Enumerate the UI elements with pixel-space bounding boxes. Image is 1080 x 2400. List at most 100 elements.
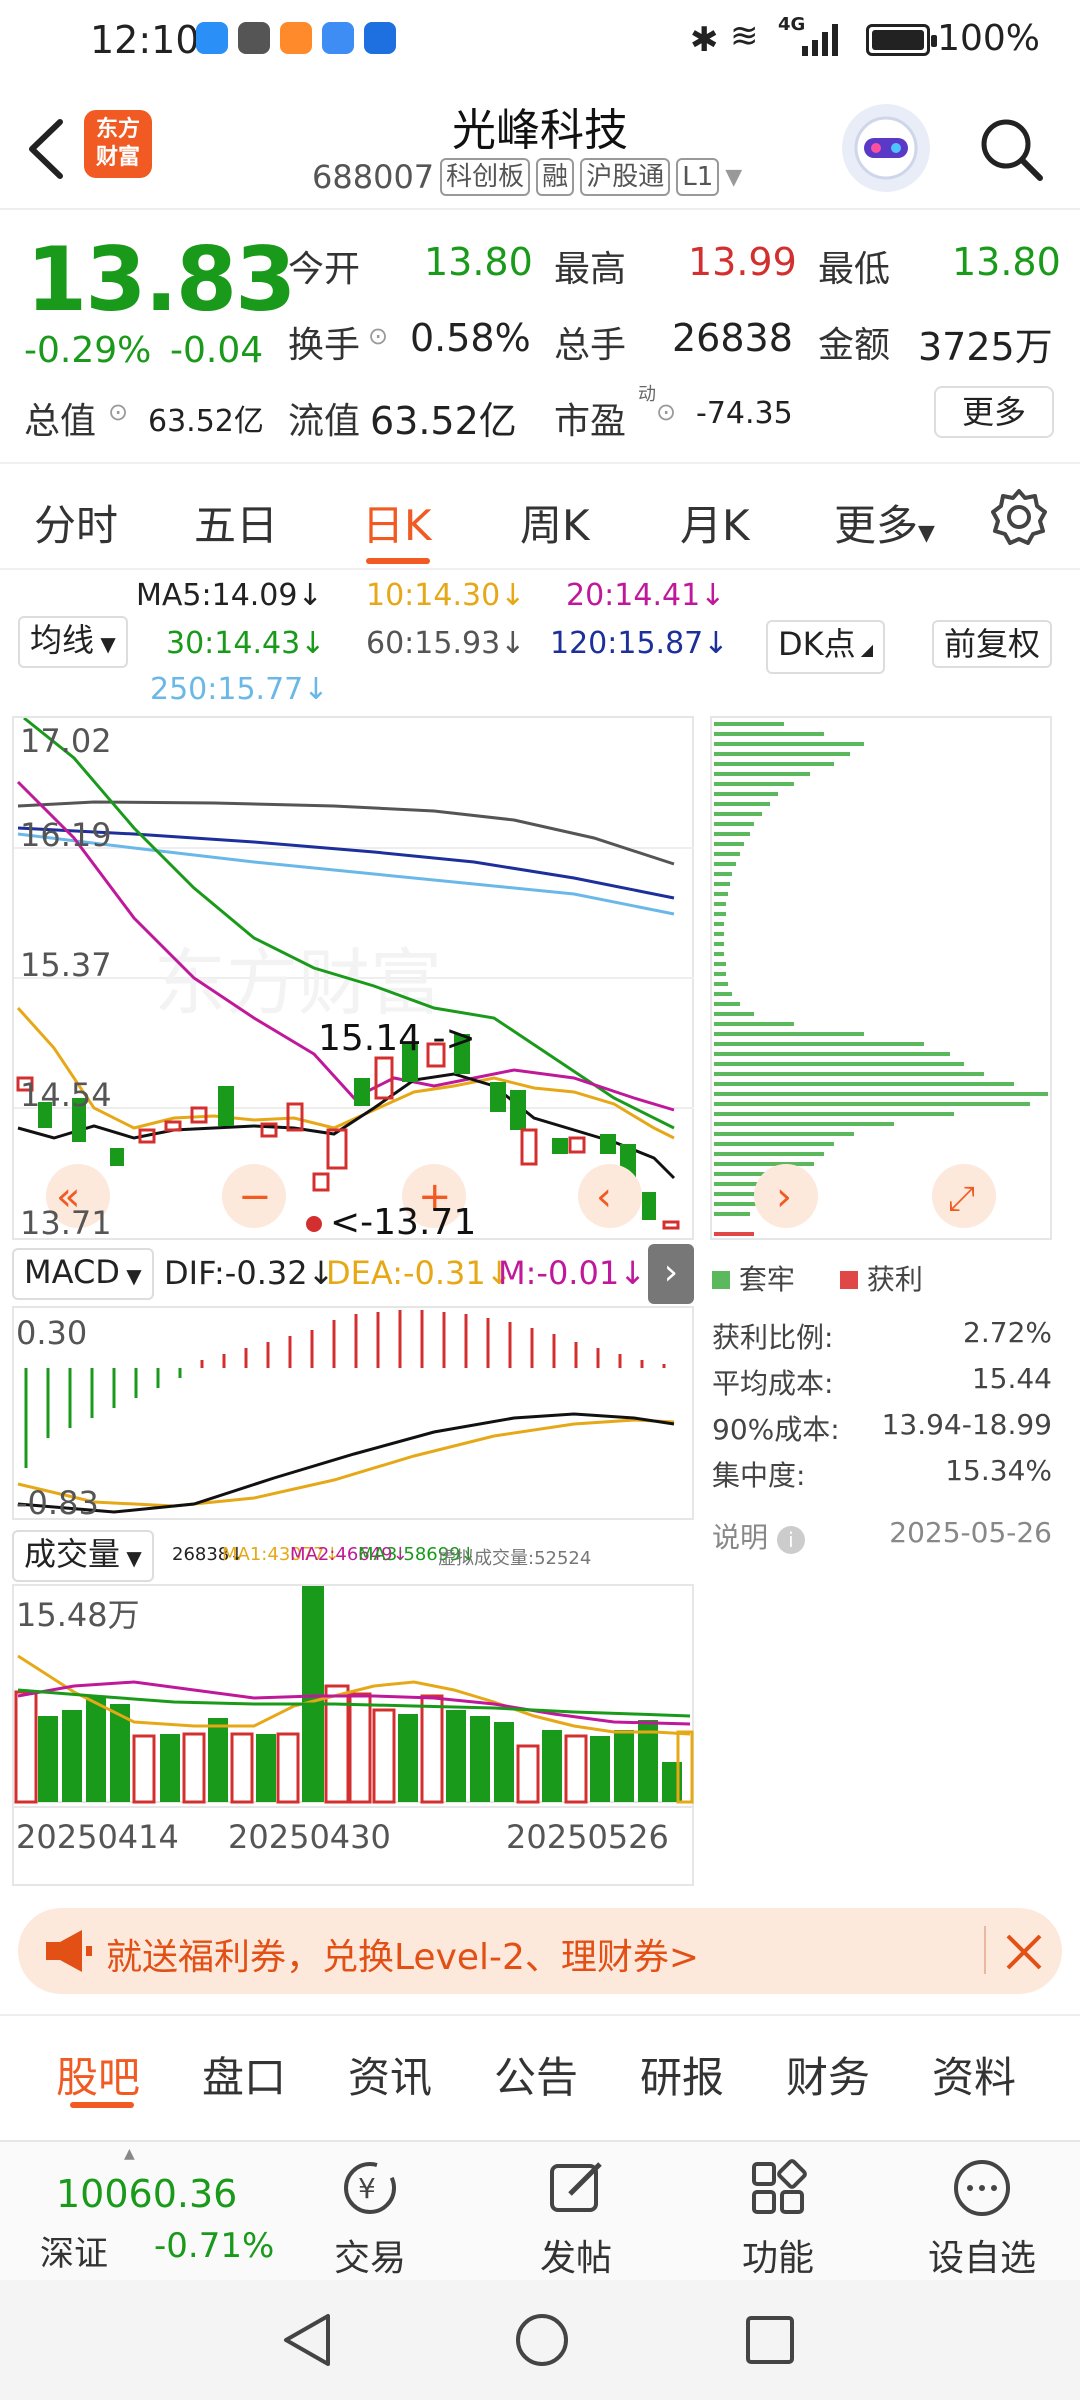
x-date-label: 20250430 bbox=[228, 1818, 391, 1856]
volume-name: 成交量 bbox=[24, 1535, 121, 1573]
robot-avatar[interactable] bbox=[842, 104, 930, 192]
macd-name: MACD bbox=[24, 1253, 120, 1291]
tab-announcements[interactable]: 公告 bbox=[494, 2044, 578, 2105]
kline-chart-panel[interactable]: 东方财富 « − + ‹ 17.02 16.19 15.37 14.54 13.… bbox=[12, 716, 694, 1243]
chip-row: 集中度: 15.34% bbox=[712, 1454, 1052, 1494]
chip-note[interactable]: 说明 i bbox=[712, 1516, 805, 1556]
kline-svg: 东方财富 « − + ‹ bbox=[14, 718, 694, 1232]
ma-selector[interactable]: 均线 ▼ bbox=[18, 616, 128, 668]
more-quote-button[interactable]: 更多 bbox=[934, 386, 1054, 438]
tab-weekly-k[interactable]: 周K bbox=[520, 492, 590, 553]
post-label: 发帖 bbox=[539, 2238, 612, 2279]
k-ylabel: 16.19 bbox=[20, 816, 112, 854]
tab-forum[interactable]: 股吧 bbox=[56, 2044, 140, 2105]
legend-swatch bbox=[840, 1271, 858, 1289]
macd-chart-panel[interactable]: 0.30 -0.83 bbox=[12, 1306, 694, 1522]
chip-row-value: 15.34% bbox=[945, 1454, 1052, 1487]
caret-down-icon: ▼ bbox=[918, 521, 935, 546]
tab-5day[interactable]: 五日 bbox=[194, 492, 278, 553]
promo-banner[interactable]: 就送福利券，兑换Level-2、理财券> bbox=[18, 1908, 1062, 1994]
volume-virtual: 虚拟成交量:52524 bbox=[438, 1548, 592, 1569]
k-low-annotation: <-13.71 bbox=[330, 1202, 477, 1243]
megaphone-icon bbox=[46, 1930, 92, 1972]
k-high-label: 15.14 bbox=[318, 1018, 422, 1059]
axis-divider bbox=[14, 1806, 694, 1808]
info-icon[interactable]: ⊙ bbox=[656, 398, 676, 426]
tab-financials[interactable]: 财务 bbox=[786, 2044, 870, 2105]
turnover-value: 0.58% bbox=[410, 316, 531, 360]
chip-distribution-panel[interactable]: › ⤢ bbox=[710, 716, 1052, 1240]
volume-chart-panel[interactable]: 15.48万 20250414 20250430 20250526 bbox=[12, 1584, 694, 1886]
functions-button[interactable]: 功能 bbox=[728, 2156, 828, 2281]
turnover-label: 换手 bbox=[288, 325, 361, 366]
wifi-icon: ≋ bbox=[730, 16, 759, 56]
chip-row: 获利比例: 2.72% bbox=[712, 1316, 1052, 1356]
post-button[interactable]: 发帖 bbox=[526, 2156, 626, 2281]
adjust-button[interactable]: 前复权 bbox=[932, 620, 1053, 668]
app-notification-icon bbox=[322, 22, 354, 54]
tab-research[interactable]: 研报 bbox=[640, 2044, 724, 2105]
tag-connect: 沪股通 bbox=[580, 158, 671, 196]
volume-selector[interactable]: 成交量 ▼ bbox=[12, 1530, 154, 1582]
k-low-label: 13.71 bbox=[373, 1202, 477, 1243]
chip-row: 平均成本: 15.44 bbox=[712, 1362, 1052, 1402]
chip-expand-icon: › bbox=[776, 1174, 792, 1220]
banner-divider bbox=[984, 1926, 986, 1974]
tab-monthly-k[interactable]: 月K bbox=[680, 492, 750, 553]
pe-label: 市盈 bbox=[554, 401, 627, 442]
index-value[interactable]: 10060.36 bbox=[56, 2172, 237, 2216]
change-percent: -0.29% bbox=[24, 330, 152, 371]
index-change: -0.71% bbox=[154, 2226, 275, 2266]
period-tabs: 分时 五日 日K 周K 月K 更多▼ bbox=[0, 462, 1080, 570]
open-label: 今开 bbox=[288, 249, 361, 290]
macd-y-top: 0.30 bbox=[16, 1314, 88, 1352]
tab-news[interactable]: 资讯 bbox=[348, 2044, 432, 2105]
tab-profile[interactable]: 资料 bbox=[932, 2044, 1016, 2105]
ma-selector-label: 均线 bbox=[30, 621, 95, 659]
pe-sup: 动 bbox=[638, 384, 656, 405]
ma250-value: 250:15.77↓ bbox=[150, 672, 329, 707]
ma120-value: 120:15.87↓ bbox=[550, 626, 729, 661]
info-icon[interactable]: ⊙ bbox=[368, 322, 388, 350]
settings-gear-icon[interactable] bbox=[990, 488, 1048, 546]
app-header: 东方 财富 光峰科技 688007 科创板 融 沪股通 L1 ▼ bbox=[0, 80, 1080, 210]
current-price: 13.83 bbox=[26, 228, 296, 331]
volume-y-top: 15.48万 bbox=[16, 1596, 140, 1634]
grid-icon bbox=[752, 2159, 807, 2214]
trade-button[interactable]: ¥ 交易 bbox=[320, 2156, 420, 2281]
stock-code-row[interactable]: 688007 科创板 融 沪股通 L1 ▼ bbox=[312, 158, 742, 196]
caret-down-icon: ▼ bbox=[119, 1264, 142, 1288]
tab-intraday[interactable]: 分时 bbox=[34, 492, 118, 553]
ma5-value: MA5:14.09↓ bbox=[136, 578, 323, 613]
chip-row-label: 90%成本: bbox=[712, 1413, 840, 1446]
chip-svg: › ⤢ bbox=[714, 722, 1048, 1236]
index-name: 深证 bbox=[40, 2234, 108, 2274]
battery-percent: 100% bbox=[937, 18, 1040, 59]
close-icon[interactable] bbox=[1004, 1932, 1044, 1972]
chip-note-row: 说明 i 2025-05-26 bbox=[712, 1516, 1052, 1556]
k-high-annotation: 15.14 -> bbox=[318, 1018, 476, 1059]
nav-recents-icon[interactable] bbox=[742, 2312, 798, 2368]
info-icon[interactable]: ⊙ bbox=[108, 398, 128, 426]
info-icon: i bbox=[776, 1526, 805, 1554]
tab-daily-k[interactable]: 日K bbox=[362, 492, 432, 553]
fullscreen-icon: ⤢ bbox=[948, 1179, 975, 1219]
macd-y-bottom: -0.83 bbox=[16, 1484, 99, 1522]
macd-selector[interactable]: MACD ▼ bbox=[12, 1248, 154, 1300]
nav-back-icon[interactable] bbox=[280, 2310, 336, 2370]
panel-toggle-button[interactable]: › bbox=[648, 1244, 694, 1304]
bluetooth-icon: ✱ bbox=[690, 20, 719, 60]
tab-indicator bbox=[70, 2102, 134, 2108]
promo-text: 就送福利券，兑换Level-2、理财券> bbox=[106, 1937, 700, 1978]
tab-more[interactable]: 更多▼ bbox=[834, 492, 935, 553]
k-ylabel: 14.54 bbox=[20, 1076, 112, 1114]
tab-orderbook[interactable]: 盘口 bbox=[202, 2044, 286, 2105]
search-icon[interactable] bbox=[976, 114, 1048, 186]
dk-point-button[interactable]: DK点 ◢ bbox=[766, 620, 886, 674]
k-ylabel: 15.37 bbox=[20, 946, 112, 984]
zoom-out-icon: − bbox=[238, 1174, 272, 1220]
pe-value: -74.35 bbox=[696, 396, 793, 431]
add-watchlist-button[interactable]: 设自选 bbox=[922, 2156, 1042, 2281]
nav-home-icon[interactable] bbox=[512, 2310, 572, 2370]
app-notification-icon bbox=[280, 22, 312, 54]
